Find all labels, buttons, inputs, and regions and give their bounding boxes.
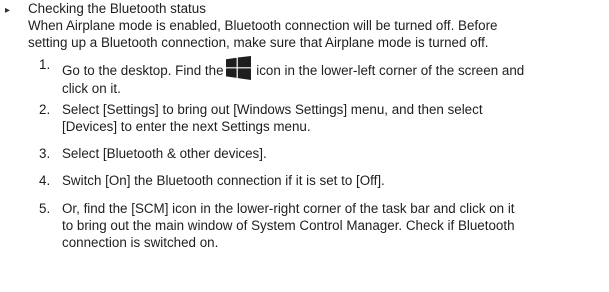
- step-line: Select [Settings] to bring out [Windows …: [62, 102, 483, 117]
- step-line: Go to the desktop. Find the icon in the …: [62, 56, 607, 80]
- intro-paragraph: When Airplane mode is enabled, Bluetooth…: [28, 17, 608, 51]
- windows-logo-icon: [225, 56, 251, 80]
- step-text: Select [Settings] to bring out [Windows …: [62, 101, 607, 135]
- step-number: 1.: [39, 57, 51, 72]
- intro-line: When Airplane mode is enabled, Bluetooth…: [28, 18, 498, 33]
- step-text: Or, find the [SCM] icon in the lower-rig…: [62, 200, 607, 251]
- step-number: 4.: [39, 173, 51, 188]
- step-line: click on it.: [62, 81, 121, 96]
- step-line: connection is switched on.: [62, 235, 219, 250]
- section-heading: Checking the Bluetooth status: [28, 1, 206, 16]
- step-number: 5.: [39, 201, 51, 216]
- step-line-segment: icon in the lower-left corner of the scr…: [252, 63, 525, 78]
- bullet-arrow-icon: ▸: [5, 5, 11, 16]
- step-text: Go to the desktop. Find the icon in the …: [62, 56, 607, 97]
- step-text: Switch [On] the Bluetooth connection if …: [62, 172, 607, 189]
- step-text: Select [Bluetooth & other devices].: [62, 145, 607, 162]
- step-number: 2.: [39, 102, 51, 117]
- step-line: Select [Bluetooth & other devices].: [62, 146, 267, 161]
- document-page: ▸ Checking the Bluetooth status When Air…: [0, 0, 609, 292]
- step-number: 3.: [39, 146, 51, 161]
- step-line: Switch [On] the Bluetooth connection if …: [62, 173, 385, 188]
- intro-line: setting up a Bluetooth connection, make …: [28, 35, 489, 50]
- step-line-segment: Go to the desktop. Find the: [62, 63, 224, 78]
- step-line: to bring out the main window of System C…: [62, 218, 515, 233]
- step-line: Or, find the [SCM] icon in the lower-rig…: [62, 201, 515, 216]
- step-line: [Devices] to enter the next Settings men…: [62, 119, 311, 134]
